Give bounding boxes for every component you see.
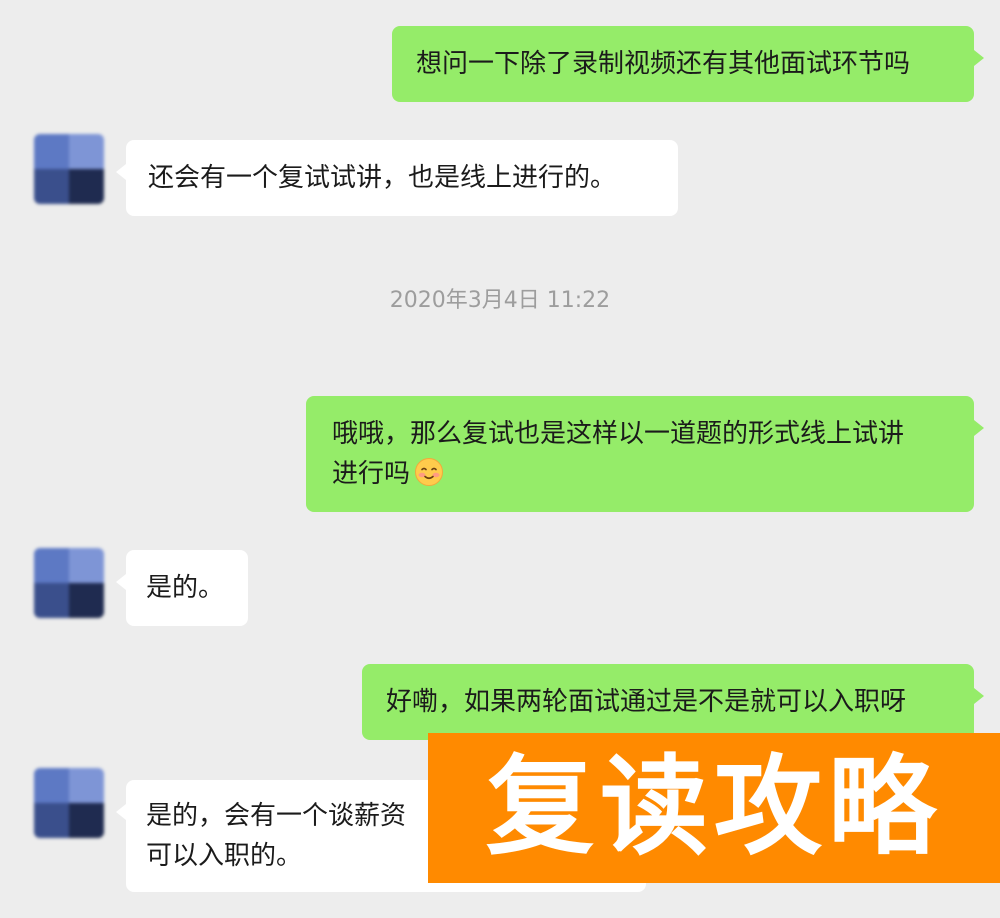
blush-smile-emoji-icon xyxy=(415,458,444,486)
message-text: 想问一下除了录制视频还有其他面试环节吗 xyxy=(416,49,911,79)
message-bubble-outgoing[interactable]: 好嘞，如果两轮面试通过是不是就可以入职呀 xyxy=(362,664,984,740)
message-text: 还会有一个复试试讲，也是线上进行的。 xyxy=(148,163,617,193)
message-bubble-outgoing[interactable]: 哦哦，那么复试也是这样以一道题的形式线上试讲 进行吗 xyxy=(306,396,984,512)
message-bubble-incoming[interactable]: 还会有一个复试试讲，也是线上进行的。 xyxy=(116,140,678,216)
message-bubble-incoming[interactable]: 是的。 xyxy=(116,550,248,626)
message-text-line-1: 哦哦，那么复试也是这样以一道题的形式线上试讲 xyxy=(332,419,905,449)
message-text: 好嘞，如果两轮面试通过是不是就可以入职呀 xyxy=(386,687,907,717)
message-text: 进行吗 xyxy=(332,459,411,489)
message-text: 是的。 xyxy=(146,573,225,603)
contact-avatar[interactable] xyxy=(34,548,104,618)
message-text-line-2: 进行吗 xyxy=(332,454,974,494)
contact-avatar[interactable] xyxy=(34,768,104,838)
contact-avatar[interactable] xyxy=(34,134,104,204)
message-bubble-outgoing[interactable]: 想问一下除了录制视频还有其他面试环节吗 xyxy=(392,26,984,102)
chat-timestamp: 2020年3月4日 11:22 xyxy=(389,288,611,313)
watermark-banner: 复读攻略 xyxy=(428,733,1000,883)
